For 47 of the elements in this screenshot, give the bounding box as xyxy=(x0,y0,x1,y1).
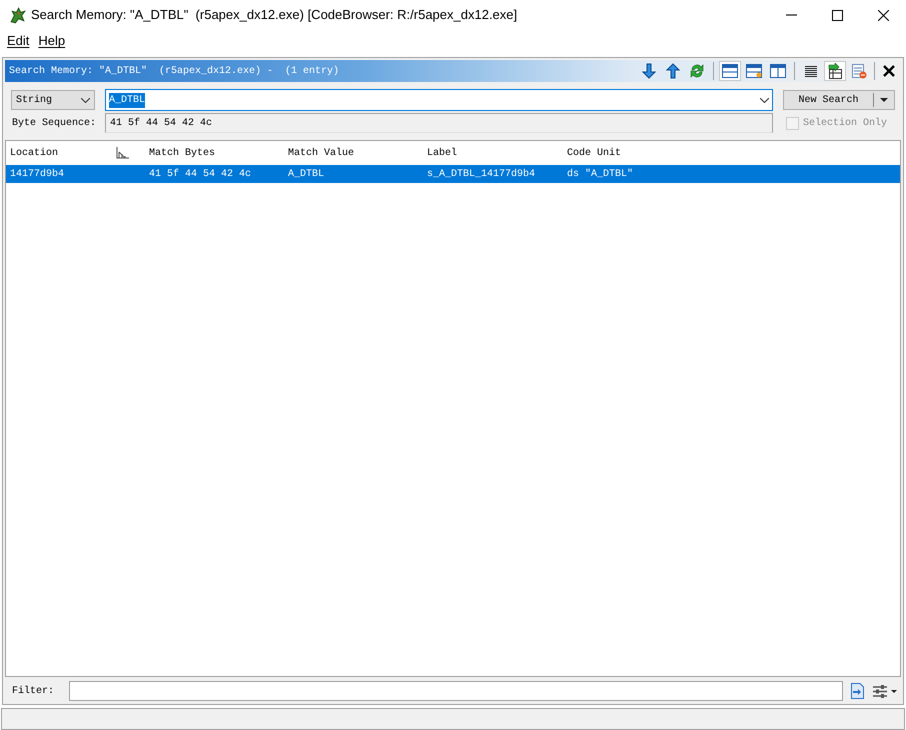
close-icon xyxy=(878,10,888,20)
table-row[interactable]: 14177d9b4 41 5f 44 54 42 4c A_DTBL s_A_DTBL_14177d9b4 ds "A_DTBL" xyxy=(6,165,900,183)
layout-button[interactable] xyxy=(719,61,741,81)
window-title: Search Memory: "A_DTBL" (r5apex_dx12.exe) [CodeBrowser: R:/r5apex_dx12.exe] xyxy=(31,6,518,24)
column-header[interactable]: Label xyxy=(427,146,458,160)
column-header[interactable]: Location xyxy=(10,146,58,160)
column-header[interactable]: Code Unit xyxy=(567,146,622,160)
layout-button[interactable] xyxy=(743,61,765,81)
document-arrow-icon xyxy=(849,683,865,699)
byte-sequence-field: 41 5f 44 54 42 4c xyxy=(105,113,773,133)
maximize-icon xyxy=(832,10,842,20)
window-gear-icon xyxy=(746,64,762,78)
close-icon xyxy=(883,65,895,77)
column-header[interactable]: Match Value xyxy=(288,146,354,160)
dragon-icon xyxy=(9,6,26,24)
sliders-icon xyxy=(873,684,887,698)
arrow-down-icon xyxy=(642,63,656,79)
minimize-icon xyxy=(786,14,796,16)
layout-button[interactable] xyxy=(767,61,789,81)
chevron-down-icon xyxy=(760,98,769,102)
lines-icon xyxy=(805,66,817,76)
column-header[interactable]: Match Bytes xyxy=(149,146,216,160)
filter-field[interactable] xyxy=(69,681,843,701)
byte-sequence-label: Byte Sequence: xyxy=(11,116,95,130)
select-button[interactable] xyxy=(824,61,846,81)
table-arrow-icon xyxy=(827,63,843,79)
table-cell: A_DTBL xyxy=(288,168,324,180)
menu-item[interactable]: Edit xyxy=(3,31,34,51)
table-cell: 41 5f 44 54 42 4c xyxy=(149,168,252,180)
chevron-down-icon xyxy=(81,98,90,102)
window-split-icon xyxy=(722,64,738,78)
panel-title: Search Memory: "A_DTBL" (r5apex_dx12.exe) - (1 entry) xyxy=(9,64,340,78)
filter-label: Filter: xyxy=(11,684,56,698)
caret-down-icon xyxy=(880,98,888,102)
format-dropdown[interactable]: String xyxy=(11,90,95,110)
caret-down-icon xyxy=(891,690,897,692)
refresh-icon xyxy=(689,63,705,79)
table-delete-icon xyxy=(851,63,867,79)
table-cell: 14177d9b4 xyxy=(10,168,64,180)
menu-item[interactable]: Help xyxy=(34,31,70,51)
arrow-up-icon xyxy=(666,63,680,79)
sort-icon xyxy=(116,147,129,159)
table-cell: ds "A_DTBL" xyxy=(567,168,634,180)
search-field[interactable]: A_DTBL xyxy=(105,89,773,111)
selection-only-label: Selection Only xyxy=(803,116,888,131)
window-columns-icon xyxy=(770,64,786,78)
table-cell: s_A_DTBL_14177d9b4 xyxy=(427,168,536,180)
